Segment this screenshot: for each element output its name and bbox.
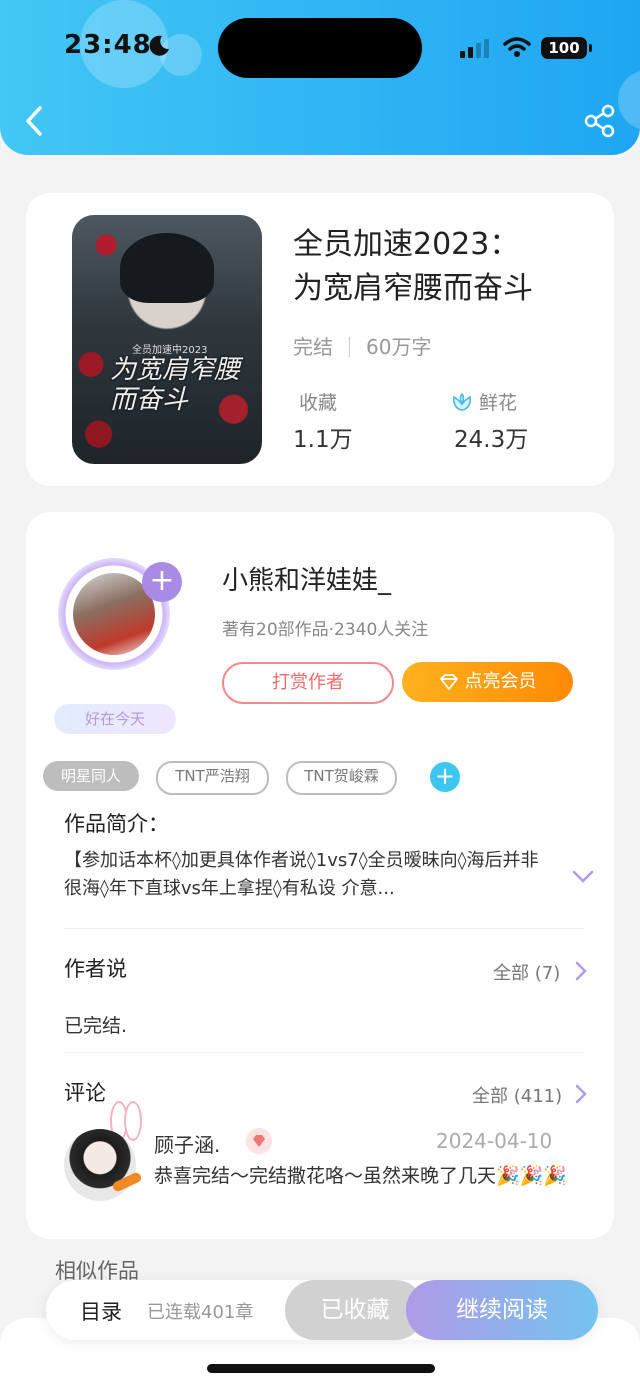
book-title-line2: 为宽肩窄腰而奋斗 xyxy=(293,271,533,306)
author-stats: 著有20部作品·2340人关注 xyxy=(222,620,429,640)
toc-button[interactable]: 目录 xyxy=(80,1296,122,1326)
chapter-count: 已连载401章 xyxy=(147,1302,254,1323)
book-meta: 完结 60万字 xyxy=(293,331,431,360)
flowers-stat[interactable]: 鲜花 xyxy=(451,388,517,415)
flower-icon xyxy=(453,392,471,411)
chevron-down-icon[interactable] xyxy=(572,870,594,884)
favorites-label: 收藏 xyxy=(299,392,338,414)
bunny-ear xyxy=(124,1101,142,1141)
add-tag-button[interactable]: + xyxy=(430,762,460,792)
vip-label: 点亮会员 xyxy=(464,671,537,692)
chevron-right-icon[interactable] xyxy=(575,961,587,981)
wifi-icon xyxy=(503,37,531,57)
commenter-name[interactable]: 顾子涵. xyxy=(154,1129,220,1158)
intro-title: 作品简介： xyxy=(64,812,169,836)
meta-divider xyxy=(349,337,350,357)
comment-text[interactable]: 恭喜完结～完结撒花咯～虽然来晚了几天🎉🎉🎉 xyxy=(154,1162,574,1190)
gem-badge-icon xyxy=(246,1128,272,1154)
diamond-icon xyxy=(439,674,458,690)
comments-more[interactable]: 全部 (411) xyxy=(472,1082,562,1108)
cover-subtitle: 全员加速中2023 xyxy=(132,345,208,356)
cover-figure xyxy=(120,233,214,303)
continue-reading-button[interactable]: 继续阅读 xyxy=(406,1280,598,1340)
back-arrow-icon[interactable] xyxy=(18,102,54,140)
tag-item[interactable]: TNT严浩翔 xyxy=(156,761,269,795)
flowers-label: 鲜花 xyxy=(479,392,518,414)
book-title-line1: 全员加速2023： xyxy=(293,227,520,262)
vip-button[interactable]: 点亮会员 xyxy=(402,662,573,702)
author-avatar[interactable]: + xyxy=(50,542,190,682)
book-info-card: 全员加速中2023 为宽肩窄腰而奋斗 全员加速2023： 为宽肩窄腰而奋斗 完结… xyxy=(26,193,614,486)
comment-date: 2024-04-10 xyxy=(436,1129,553,1153)
book-word-count: 60万字 xyxy=(366,335,432,359)
commenter-avatar[interactable] xyxy=(64,1101,143,1201)
flowers-count: 24.3万 xyxy=(454,427,529,453)
tag-item[interactable]: 明星同人 xyxy=(43,761,139,791)
author-said-more[interactable]: 全部 (7) xyxy=(493,959,560,985)
status-time: 23:48 xyxy=(64,30,152,60)
author-detail-card: + 好在今天 小熊和洋娃娃_ 著有20部作品·2340人关注 打赏作者 点亮会员… xyxy=(26,512,614,1239)
mood-badge: 好在今天 xyxy=(54,704,176,734)
decor-bubble xyxy=(618,70,640,130)
top-header: 23:48 100 xyxy=(0,0,640,155)
commenter-photo xyxy=(64,1129,136,1201)
home-indicator xyxy=(207,1364,435,1373)
signal-icon xyxy=(460,39,489,58)
chevron-right-icon[interactable] xyxy=(575,1084,587,1104)
saved-button[interactable]: 已收藏 xyxy=(285,1280,425,1340)
share-icon[interactable] xyxy=(582,103,618,139)
author-said-text: 已完结. xyxy=(64,1015,128,1037)
tag-item[interactable]: TNT贺峻霖 xyxy=(286,761,397,795)
book-status: 完结 xyxy=(293,335,333,359)
cover-title: 为宽肩窄腰而奋斗 xyxy=(110,355,241,415)
author-name[interactable]: 小熊和洋娃娃_ xyxy=(222,560,391,597)
follow-plus-button[interactable]: + xyxy=(142,562,182,602)
moon-icon xyxy=(149,35,169,56)
book-title: 全员加速2023： 为宽肩窄腰而奋斗 xyxy=(293,223,533,311)
tip-author-button[interactable]: 打赏作者 xyxy=(222,662,394,704)
book-cover[interactable]: 全员加速中2023 为宽肩窄腰而奋斗 xyxy=(72,215,262,464)
author-said-title: 作者说 xyxy=(64,957,127,981)
battery-indicator: 100 xyxy=(541,37,592,59)
intro-text[interactable]: 【参加话本杯◊加更具体作者说◊1vs7◊全员暧昧向◊海后并非很海◊年下直球vs年… xyxy=(64,847,546,903)
dynamic-island xyxy=(218,18,422,78)
favorites-count: 1.1万 xyxy=(293,427,353,453)
divider xyxy=(64,1052,584,1053)
divider xyxy=(64,928,584,929)
